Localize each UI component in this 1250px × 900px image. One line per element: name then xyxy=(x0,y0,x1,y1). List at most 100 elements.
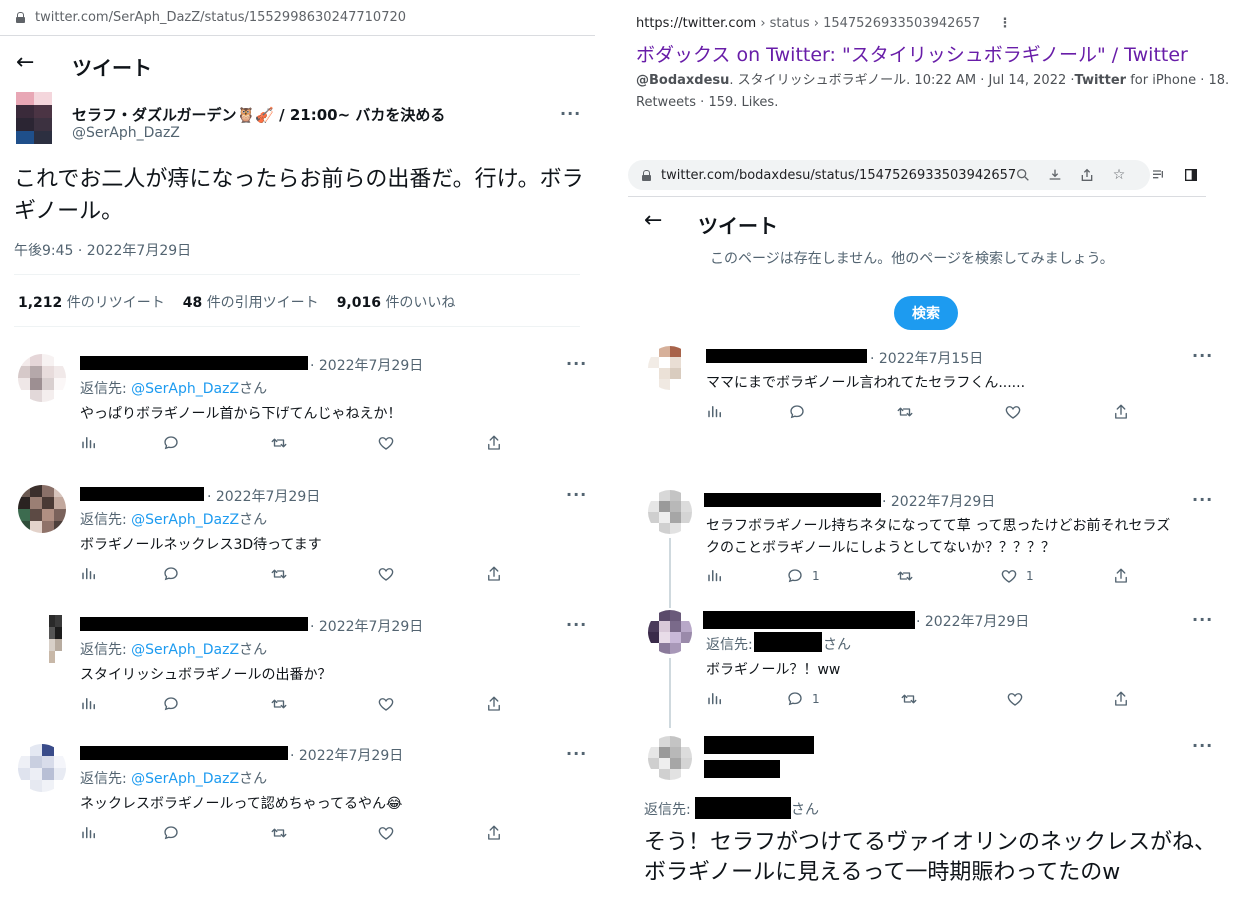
retweet-icon[interactable] xyxy=(896,403,914,421)
views-icon[interactable] xyxy=(706,690,724,708)
reply-avatar[interactable] xyxy=(648,736,692,780)
search-icon[interactable] xyxy=(1014,166,1032,184)
more-icon[interactable]: ··· xyxy=(560,104,581,123)
like-icon[interactable]: 1 xyxy=(1000,567,1034,585)
share-icon[interactable] xyxy=(485,565,503,583)
views-icon[interactable] xyxy=(80,824,98,842)
reply-date[interactable]: · 2022年7月29日 xyxy=(310,355,423,375)
tweet-timestamp[interactable]: 午後9:45 · 2022年7月29日 xyxy=(14,240,191,260)
search-button[interactable]: 検索 xyxy=(894,296,958,330)
more-icon[interactable]: ··· xyxy=(566,615,587,634)
left-tweet-panel: twitter.com/SerAph_DazZ/status/155299863… xyxy=(0,0,600,900)
lock-icon xyxy=(642,169,651,181)
reply-avatar[interactable] xyxy=(42,615,68,663)
search-result-title[interactable]: ボダックス on Twitter: "スタイリッシュボラギノール" / Twit… xyxy=(636,40,1188,67)
reply-date[interactable]: · 2022年7月15日 xyxy=(870,348,983,368)
like-icon[interactable] xyxy=(377,434,395,452)
like-icon[interactable] xyxy=(377,695,395,713)
reply-item[interactable]: · 2022年7月29日 ··· 返信先: @SerAph_DazZさん ボラギ… xyxy=(0,477,600,595)
like-icon[interactable] xyxy=(377,824,395,842)
more-icon[interactable]: ··· xyxy=(566,354,587,373)
views-icon[interactable] xyxy=(80,695,98,713)
reply-date[interactable]: · 2022年7月29日 xyxy=(916,611,1029,631)
reply-avatar[interactable] xyxy=(648,610,692,654)
more-icon[interactable]: ··· xyxy=(1192,610,1213,629)
star-icon[interactable]: ☆ xyxy=(1110,166,1128,184)
download-icon[interactable] xyxy=(1046,166,1064,184)
reply-text-line2: クのことボラギノールにしようとしてないか？？？？？ xyxy=(706,540,1056,556)
share-icon[interactable] xyxy=(485,824,503,842)
reply-icon[interactable]: 1 xyxy=(786,690,820,708)
retweet-count[interactable]: 1,212 件のリツイート xyxy=(18,292,165,312)
more-icon[interactable]: ··· xyxy=(566,744,587,763)
reply-mention[interactable]: @SerAph_DazZ xyxy=(131,512,239,528)
sidepanel-icon[interactable] xyxy=(1182,166,1200,184)
views-icon[interactable] xyxy=(706,403,724,421)
views-icon[interactable] xyxy=(80,565,98,583)
retweet-icon[interactable] xyxy=(270,695,288,713)
focused-tweet-text: そう！セラフがつけてるヴァイオリンのネックレスがね、ボラギノールに見えるって一時… xyxy=(644,830,1217,885)
reply-item[interactable]: · 2022年7月29日 ··· 返信先: @SerAph_DazZさん スタイ… xyxy=(0,607,600,725)
like-icon[interactable] xyxy=(377,565,395,583)
more-icon[interactable]: ··· xyxy=(566,485,587,504)
reply-date[interactable]: · 2022年7月29日 xyxy=(207,486,320,506)
reply-avatar[interactable] xyxy=(18,485,66,533)
reply-icon[interactable] xyxy=(162,565,180,583)
reply-mention[interactable]: @SerAph_DazZ xyxy=(131,771,239,787)
share-icon[interactable] xyxy=(1112,403,1130,421)
back-arrow-icon[interactable]: ← xyxy=(644,208,662,233)
address-bar[interactable]: twitter.com/SerAph_DazZ/status/155299863… xyxy=(0,0,595,36)
share-icon[interactable] xyxy=(485,695,503,713)
more-icon[interactable]: ··· xyxy=(1192,736,1213,755)
author-avatar[interactable] xyxy=(16,92,52,144)
reply-avatar[interactable] xyxy=(648,346,692,390)
like-icon[interactable] xyxy=(1006,690,1024,708)
reply-date[interactable]: · 2022年7月29日 xyxy=(882,491,995,511)
reply-item[interactable]: · 2022年7月29日 ··· 返信先: @SerAph_DazZさん ネック… xyxy=(0,736,600,854)
retweet-icon[interactable] xyxy=(270,434,288,452)
like-count[interactable]: 9,016 件のいいね xyxy=(337,292,456,312)
search-result-url[interactable]: https://twitter.com › status › 154752693… xyxy=(636,16,1011,31)
views-icon[interactable] xyxy=(80,434,98,452)
reply-mention[interactable]: @SerAph_DazZ xyxy=(131,381,239,397)
more-icon[interactable]: ⋮ xyxy=(998,16,1011,31)
author-handle[interactable]: @SerAph_DazZ xyxy=(72,125,180,141)
reply-icon[interactable] xyxy=(162,824,180,842)
redacted-username xyxy=(80,487,204,501)
reply-text: やっぱりボラギノール首から下げてんじゃねえか！ xyxy=(80,406,402,422)
share-icon[interactable] xyxy=(485,434,503,452)
address-url: twitter.com/SerAph_DazZ/status/155299863… xyxy=(35,10,407,25)
back-arrow-icon[interactable]: ← xyxy=(16,50,34,75)
retweet-icon[interactable] xyxy=(900,690,918,708)
address-bar[interactable]: twitter.com/bodaxdesu/status/15475269335… xyxy=(628,160,1150,190)
share-page-icon[interactable] xyxy=(1078,166,1096,184)
reply-date[interactable]: · 2022年7月29日 xyxy=(290,745,403,765)
reply-icon[interactable] xyxy=(788,403,806,421)
more-icon[interactable]: ··· xyxy=(1192,346,1213,365)
reply-avatar[interactable] xyxy=(18,354,66,402)
quote-count[interactable]: 48 件の引用ツイート xyxy=(183,292,319,312)
reply-avatar[interactable] xyxy=(648,490,692,534)
page-title: ツイート xyxy=(72,56,152,80)
redacted-username xyxy=(704,493,881,507)
thread-line xyxy=(669,658,671,728)
like-icon[interactable] xyxy=(1004,403,1022,421)
reply-icon[interactable] xyxy=(162,434,180,452)
redacted-username xyxy=(703,611,915,629)
share-icon[interactable] xyxy=(1112,690,1130,708)
reply-item[interactable]: · 2022年7月29日 ··· 返信先: @SerAph_DazZさん やっぱ… xyxy=(0,346,600,464)
reply-date[interactable]: · 2022年7月29日 xyxy=(310,616,423,636)
retweet-icon[interactable] xyxy=(270,565,288,583)
reply-icon[interactable] xyxy=(162,695,180,713)
views-icon[interactable] xyxy=(706,567,724,585)
retweet-icon[interactable] xyxy=(270,824,288,842)
retweet-icon[interactable] xyxy=(896,567,914,585)
reply-icon[interactable]: 1 xyxy=(786,567,820,585)
author-name[interactable]: セラフ・ダズルガーデン🦉🎻 / 21:00~ バカを決める xyxy=(72,104,445,125)
reply-avatar[interactable] xyxy=(18,744,66,792)
reply-to-suffix: さん xyxy=(791,802,819,818)
share-icon[interactable] xyxy=(1112,567,1130,585)
reply-mention[interactable]: @SerAph_DazZ xyxy=(131,642,239,658)
media-icon[interactable] xyxy=(1150,166,1168,184)
more-icon[interactable]: ··· xyxy=(1192,490,1213,509)
